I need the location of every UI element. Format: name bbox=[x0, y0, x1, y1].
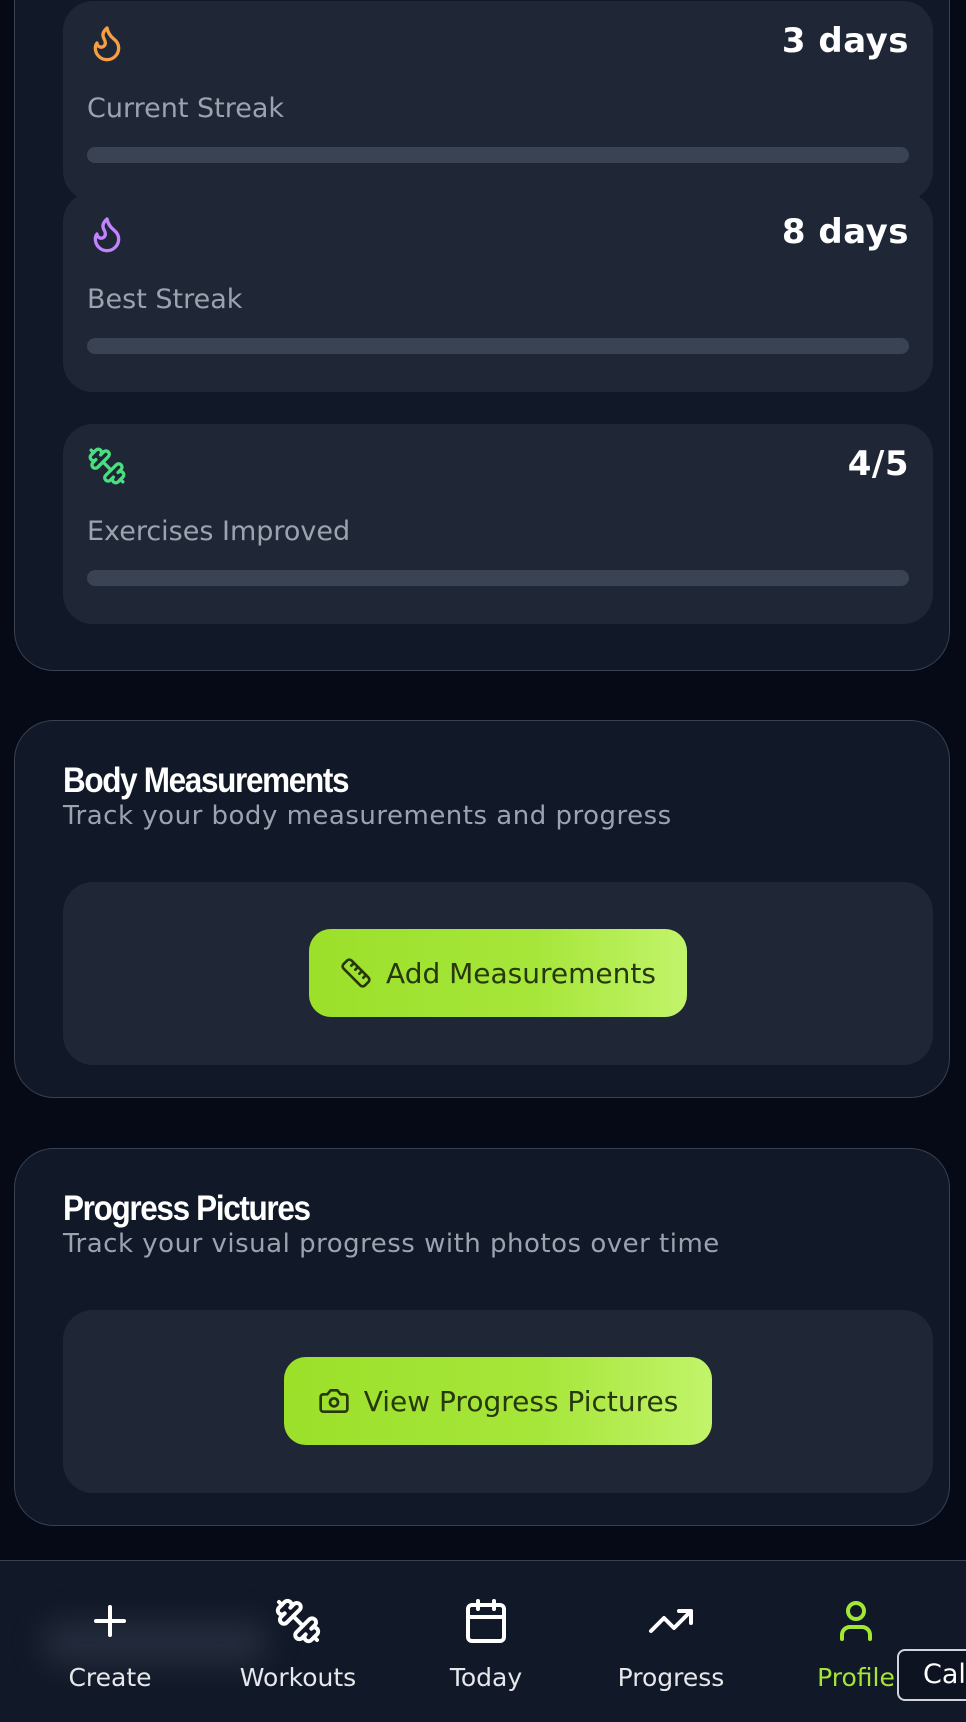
stat-label: Exercises Improved bbox=[87, 516, 351, 547]
stat-exercises-improved: 4/5 Exercises Improved bbox=[63, 424, 933, 624]
nav-item-today[interactable]: Today bbox=[401, 1597, 571, 1707]
camera-icon bbox=[318, 1385, 350, 1417]
stat-best-streak: 8 days Best Streak bbox=[63, 192, 933, 392]
bottom-nav: Create Workouts Today Progress Profile bbox=[0, 1560, 966, 1722]
add-measurements-button[interactable]: Add Measurements bbox=[309, 929, 687, 1017]
nav-label: Progress bbox=[617, 1663, 725, 1692]
dumbbell-icon bbox=[87, 446, 127, 486]
stat-value: 8 days bbox=[781, 212, 909, 252]
progress-bar bbox=[87, 147, 909, 163]
stat-value: 4/5 bbox=[847, 444, 909, 484]
tooltip: Calendar bbox=[897, 1649, 966, 1701]
flame-icon bbox=[87, 214, 127, 254]
button-label: View Progress Pictures bbox=[363, 1384, 679, 1418]
ruler-icon bbox=[340, 957, 372, 989]
button-label: Add Measurements bbox=[386, 956, 656, 990]
nav-label: Create bbox=[68, 1663, 152, 1692]
section-title: Body Measurements bbox=[63, 761, 349, 800]
nav-item-progress[interactable]: Progress bbox=[586, 1597, 756, 1707]
stat-label: Current Streak bbox=[87, 93, 285, 124]
progress-bar bbox=[87, 338, 909, 354]
stats-card: 3 days Current Streak 8 days Best Streak bbox=[14, 0, 950, 671]
section-title: Progress Pictures bbox=[63, 1189, 311, 1228]
calendar-icon bbox=[401, 1597, 571, 1645]
plus-icon bbox=[25, 1597, 195, 1645]
section-subtitle: Track your body measurements and progres… bbox=[63, 801, 672, 831]
stat-current-streak: 3 days Current Streak bbox=[63, 1, 933, 201]
stat-label: Best Streak bbox=[87, 284, 243, 315]
trending-up-icon bbox=[586, 1597, 756, 1645]
user-icon bbox=[771, 1597, 941, 1645]
flame-icon bbox=[87, 23, 127, 63]
pictures-panel: View Progress Pictures bbox=[63, 1310, 933, 1493]
measurements-panel: Add Measurements bbox=[63, 882, 933, 1065]
section-subtitle: Track your visual progress with photos o… bbox=[63, 1229, 720, 1259]
profile-page: 3 days Current Streak 8 days Best Streak bbox=[0, 0, 966, 1722]
nav-label: Today bbox=[449, 1663, 523, 1692]
nav-label: Workouts bbox=[239, 1663, 357, 1692]
stat-value: 3 days bbox=[781, 21, 909, 61]
dumbbell-icon bbox=[213, 1597, 383, 1645]
nav-item-workouts[interactable]: Workouts bbox=[213, 1597, 383, 1707]
view-progress-pictures-button[interactable]: View Progress Pictures bbox=[284, 1357, 712, 1445]
progress-bar bbox=[87, 570, 909, 586]
nav-item-create[interactable]: Create bbox=[25, 1597, 195, 1707]
body-measurements-card: Body Measurements Track your body measur… bbox=[14, 720, 950, 1098]
progress-pictures-card: Progress Pictures Track your visual prog… bbox=[14, 1148, 950, 1526]
